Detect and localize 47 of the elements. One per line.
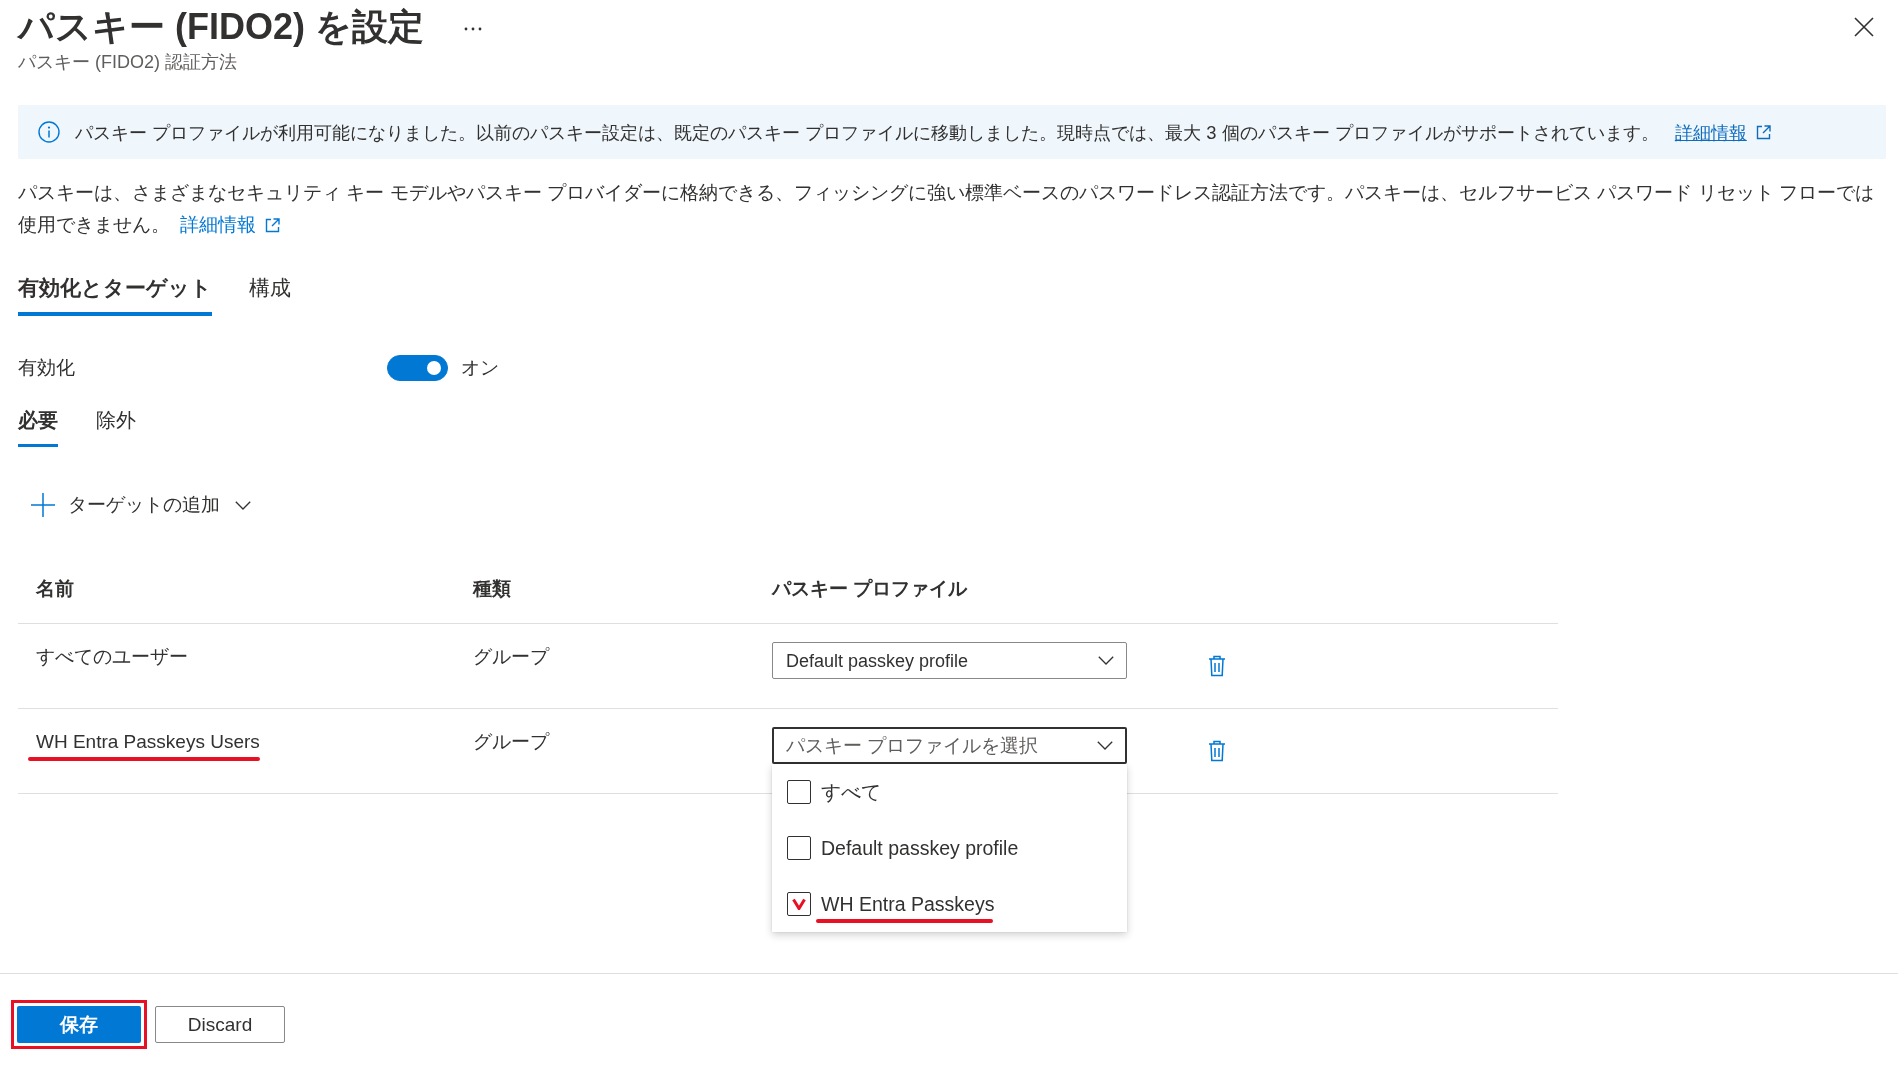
enable-label: 有効化 (18, 356, 76, 380)
column-header: 種類 (471, 577, 512, 601)
chevron-down-icon (235, 500, 251, 510)
info-icon (38, 121, 60, 143)
close-icon (1854, 17, 1874, 37)
toggle-switch[interactable] (387, 355, 448, 381)
more-button[interactable] (464, 27, 482, 31)
discard-button[interactable]: Discard (155, 1006, 285, 1043)
toggle-state-label: オン (461, 356, 499, 380)
option-label[interactable]: すべて (821, 777, 881, 807)
column-header: パスキー プロファイル (770, 577, 969, 601)
save-button[interactable]: 保存 (17, 1006, 141, 1043)
tab[interactable]: 必要 (18, 400, 58, 447)
tab[interactable]: 構成 (249, 268, 291, 316)
group-name: WH Entra Passkeys Users (36, 730, 260, 754)
plus-icon (31, 493, 55, 517)
chevron-down-icon (1098, 656, 1114, 665)
trash-icon (1208, 740, 1226, 762)
learn-more-link[interactable]: 詳細情報 (180, 209, 280, 241)
chevron-down-icon (1097, 741, 1113, 750)
column-header: 名前 (35, 577, 75, 601)
profile-dropdown[interactable]: Default passkey profile (772, 642, 1127, 679)
delete-button[interactable] (1208, 655, 1226, 677)
trash-icon (1208, 655, 1226, 677)
delete-button[interactable] (1208, 740, 1226, 762)
close-button[interactable] (1854, 17, 1874, 37)
more-icon (464, 27, 482, 31)
tab[interactable]: 有効化とターゲット (18, 268, 212, 316)
tab[interactable]: 除外 (96, 400, 136, 447)
description-text: パスキーは、さまざまなセキュリティ キー モデルやパスキー プロバイダーに格納できる、フィッシングに強い標準ベースのパスワードレス認証方法です。パスキーは、セルフサービス パスワード リセット フローでは使用できません。 詳細情報 (18, 177, 1890, 241)
checkbox[interactable] (787, 892, 811, 916)
option-label[interactable]: Default passkey profile (821, 833, 1019, 863)
group-type: グループ (473, 645, 549, 669)
external-link-icon (1755, 124, 1771, 140)
info-banner-text: パスキー プロファイルが利用可能になりました。以前のパスキー設定は、既定のパスキー プロファイルに移動しました。現時点では、最大 3 個のパスキー プロファイルがサポートされています。 (75, 120, 1659, 145)
page-title: パスキー (FIDO2) を設定 (18, 5, 424, 49)
checkbox[interactable] (787, 780, 811, 804)
check-icon (792, 898, 806, 910)
group-type: グループ (473, 730, 549, 754)
option-label[interactable]: WH Entra Passkeys (821, 889, 995, 919)
external-link-icon (265, 217, 280, 233)
profile-dropdown[interactable]: パスキー プロファイルを選択 (772, 727, 1127, 764)
page-subtitle: パスキー (FIDO2) 認証方法 (18, 51, 238, 74)
checkbox[interactable] (787, 836, 811, 860)
learn-more-link[interactable]: 詳細情報 (1674, 119, 1771, 145)
group-name: すべてのユーザー (36, 645, 188, 669)
add-target-button[interactable]: ターゲットの追加 (18, 489, 251, 521)
